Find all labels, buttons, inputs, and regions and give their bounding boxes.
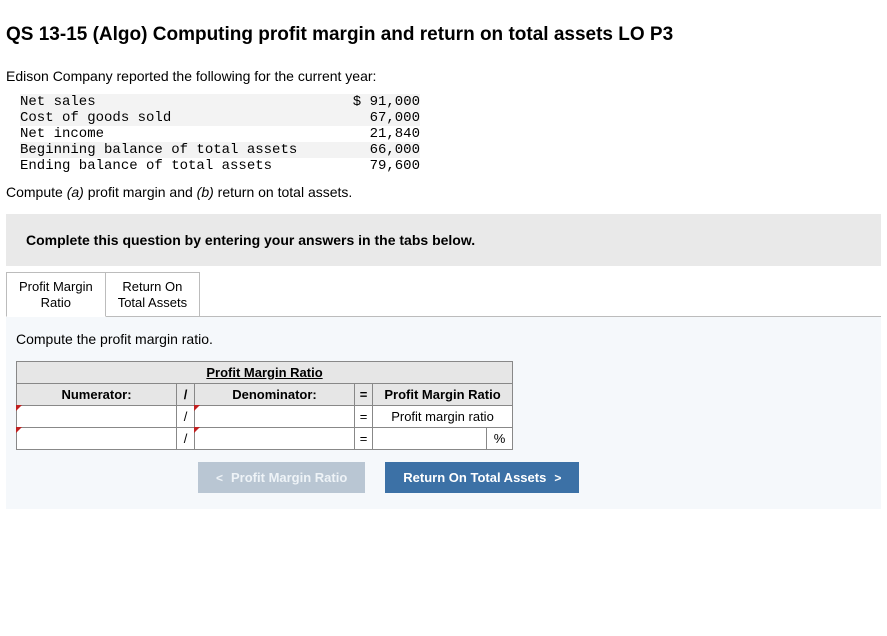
numerator-value-input[interactable] (17, 428, 177, 450)
intro-text: Edison Company reported the following fo… (6, 68, 881, 84)
row-label: Ending balance of total assets (20, 158, 350, 174)
tab-return-on-total-assets[interactable]: Return On Total Assets (106, 272, 200, 317)
tab-label: Ratio (41, 295, 71, 310)
ratio-table: Profit Margin Ratio Numerator: / Denomin… (16, 361, 513, 450)
table-row: Net income 21,840 (20, 126, 420, 142)
ratio-table-title: Profit Margin Ratio (17, 362, 513, 384)
nav-buttons: < Profit Margin Ratio Return On Total As… (198, 462, 871, 493)
divide-header: / (177, 384, 195, 406)
tab-panel: Compute the profit margin ratio. Profit … (6, 316, 881, 509)
compute-prefix: Compute (6, 184, 67, 200)
row-label: Cost of goods sold (20, 110, 350, 126)
next-label: Return On Total Assets (403, 470, 546, 485)
row-label: Beginning balance of total assets (20, 142, 350, 158)
prev-button[interactable]: < Profit Margin Ratio (198, 462, 365, 493)
page-title: QS 13-15 (Algo) Computing profit margin … (6, 24, 881, 46)
tab-profit-margin[interactable]: Profit Margin Ratio (6, 272, 106, 317)
instruction-bar: Complete this question by entering your … (6, 214, 881, 266)
divide-cell: / (177, 406, 195, 428)
denominator-select[interactable] (195, 406, 355, 428)
equals-cell: = (355, 406, 373, 428)
row-value: $ 91,000 (350, 94, 420, 110)
next-button[interactable]: Return On Total Assets > (385, 462, 579, 493)
row-value: 21,840 (350, 126, 420, 142)
divide-cell: / (177, 428, 195, 450)
table-row: Beginning balance of total assets 66,000 (20, 142, 420, 158)
tab-label: Return On (122, 279, 182, 294)
chevron-right-icon: > (554, 471, 561, 485)
compute-b: (b) (197, 184, 214, 200)
table-row: Ending balance of total assets 79,600 (20, 158, 420, 174)
equals-header: = (355, 384, 373, 406)
row-label: Net sales (20, 94, 350, 110)
row-value: 79,600 (350, 158, 420, 174)
denominator-value-input[interactable] (195, 428, 355, 450)
compute-a-text: profit margin and (84, 184, 197, 200)
result-value-input[interactable] (373, 428, 487, 450)
chevron-left-icon: < (216, 471, 223, 485)
compute-a: (a) (67, 184, 84, 200)
prev-label: Profit Margin Ratio (231, 470, 347, 485)
row-value: 66,000 (350, 142, 420, 158)
tab-label: Total Assets (118, 295, 187, 310)
result-text: Profit margin ratio (373, 406, 513, 428)
numerator-header: Numerator: (17, 384, 177, 406)
financial-data-table: Net sales $ 91,000 Cost of goods sold 67… (20, 94, 420, 174)
denominator-header: Denominator: (195, 384, 355, 406)
table-row: Cost of goods sold 67,000 (20, 110, 420, 126)
row-value: 67,000 (350, 110, 420, 126)
compute-b-text: return on total assets. (214, 184, 353, 200)
unit-cell: % (487, 428, 513, 450)
equals-cell: = (355, 428, 373, 450)
numerator-select[interactable] (17, 406, 177, 428)
table-row: Net sales $ 91,000 (20, 94, 420, 110)
compute-instruction: Compute (a) profit margin and (b) return… (6, 184, 881, 200)
tabs-container: Profit Margin Ratio Return On Total Asse… (6, 272, 881, 317)
result-header: Profit Margin Ratio (373, 384, 513, 406)
row-label: Net income (20, 126, 350, 142)
tab-label: Profit Margin (19, 279, 93, 294)
panel-prompt: Compute the profit margin ratio. (16, 331, 871, 347)
